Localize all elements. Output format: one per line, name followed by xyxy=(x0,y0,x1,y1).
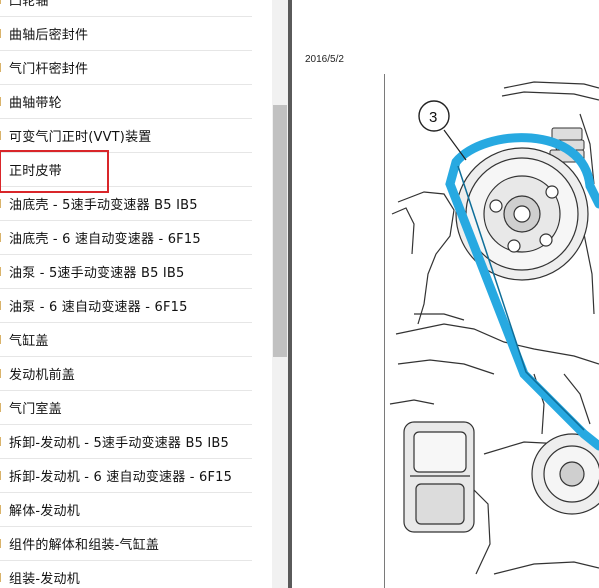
toc-item[interactable]: 正时皮带 xyxy=(0,150,252,193)
toc-item-label: 组装-发动机 xyxy=(9,572,80,587)
toc-item[interactable]: 气门杆密封件 xyxy=(0,51,252,85)
toc-item-label: 可变气门正时(VVT)装置 xyxy=(9,130,152,145)
toc-item[interactable]: 可变气门正时(VVT)装置 xyxy=(0,119,252,153)
engine-timing-belt-figure: 3 xyxy=(384,74,599,588)
toc-item-label: 组件的解体和组装-气缸盖 xyxy=(9,538,160,553)
toc-item-marker xyxy=(0,335,3,344)
toc-item-marker xyxy=(0,199,3,208)
toc-item-label: 油底壳 - 6 速自动变速器 - 6F15 xyxy=(9,232,201,247)
toc-item[interactable]: 气门室盖 xyxy=(0,391,252,425)
toc-list: 凸轮轴曲轴后密封件 气门杆密封件 曲轴带轮可变气门正时(VVT)装置 正时皮带油底壳 … xyxy=(0,0,252,588)
toc-item-marker xyxy=(0,573,3,582)
toc-item-marker xyxy=(0,437,3,446)
toc-item[interactable]: 发动机前盖 xyxy=(0,357,252,391)
toc-item-marker xyxy=(0,403,3,412)
toc-item-marker xyxy=(0,471,3,480)
toc-item[interactable]: 曲轴后密封件 xyxy=(0,17,252,51)
toc-item-label: 曲轴后密封件 xyxy=(9,28,89,43)
toc-item[interactable]: 油泵 - 5速手动变速器 B5 IB5 xyxy=(0,255,252,289)
toc-item-marker xyxy=(0,0,3,4)
toc-item[interactable]: 拆卸-发动机 - 6 速自动变速器 - 6F15 xyxy=(0,459,252,493)
document-date: 2016/5/2 xyxy=(305,54,344,65)
toc-item-label: 曲轴带轮 xyxy=(9,96,62,111)
toc-item[interactable]: 油底壳 - 6 速自动变速器 - 6F15 xyxy=(0,221,252,255)
toc-item[interactable]: 组件的解体和组装-气缸盖 xyxy=(0,527,252,561)
toc-item-label: 油泵 - 6 速自动变速器 - 6F15 xyxy=(9,300,188,315)
toc-item-marker xyxy=(0,369,3,378)
toc-item-marker xyxy=(0,233,3,242)
toc-item-marker xyxy=(0,29,3,38)
toc-item-marker xyxy=(0,301,3,310)
toc-item-marker xyxy=(0,267,3,276)
toc-scrollbar-thumb[interactable] xyxy=(273,105,287,357)
toc-item-label: 油底壳 - 5速手动变速器 B5 IB5 xyxy=(9,198,198,213)
toc-scrollbar[interactable] xyxy=(272,0,288,588)
toc-item-label: 解体-发动机 xyxy=(9,504,80,519)
toc-item-label: 拆卸-发动机 - 6 速自动变速器 - 6F15 xyxy=(9,470,233,485)
toc-item-label: 气门杆密封件 xyxy=(9,62,89,77)
toc-item-marker xyxy=(0,97,3,106)
app-window: 凸轮轴曲轴后密封件 气门杆密封件 曲轴带轮可变气门正时(VVT)装置 正时皮带油底壳 … xyxy=(0,0,599,588)
toc-panel: 凸轮轴曲轴后密封件 气门杆密封件 曲轴带轮可变气门正时(VVT)装置 正时皮带油底壳 … xyxy=(0,0,272,588)
toc-item-label: 拆卸-发动机 - 5速手动变速器 B5 IB5 xyxy=(9,436,229,451)
toc-item-label: 凸轮轴 xyxy=(9,0,49,9)
toc-item-label: 油泵 - 5速手动变速器 B5 IB5 xyxy=(9,266,185,281)
toc-item[interactable]: 曲轴带轮 xyxy=(0,85,252,119)
callout-number: 3 xyxy=(429,109,437,126)
toc-item-marker xyxy=(0,165,3,174)
toc-item[interactable]: 组装-发动机 xyxy=(0,561,252,588)
toc-item-marker xyxy=(0,539,3,548)
toc-item[interactable]: 油泵 - 6 速自动变速器 - 6F15 xyxy=(0,289,252,323)
toc-item-marker xyxy=(0,63,3,72)
toc-item[interactable]: 解体-发动机 xyxy=(0,493,252,527)
toc-item[interactable]: 气缸盖 xyxy=(0,323,252,357)
toc-item-label: 气缸盖 xyxy=(9,334,49,349)
document-pane: 2016/5/2 3 xyxy=(292,0,599,588)
toc-item-label: 气门室盖 xyxy=(9,402,62,417)
toc-item-marker xyxy=(0,131,3,140)
toc-item-label: 发动机前盖 xyxy=(9,368,76,383)
toc-item[interactable]: 油底壳 - 5速手动变速器 B5 IB5 xyxy=(0,187,252,221)
toc-item[interactable]: 凸轮轴 xyxy=(0,0,252,17)
toc-item[interactable]: 拆卸-发动机 - 5速手动变速器 B5 IB5 xyxy=(0,425,252,459)
toc-item-label: 正时皮带 xyxy=(9,164,62,179)
toc-item-marker xyxy=(0,505,3,514)
